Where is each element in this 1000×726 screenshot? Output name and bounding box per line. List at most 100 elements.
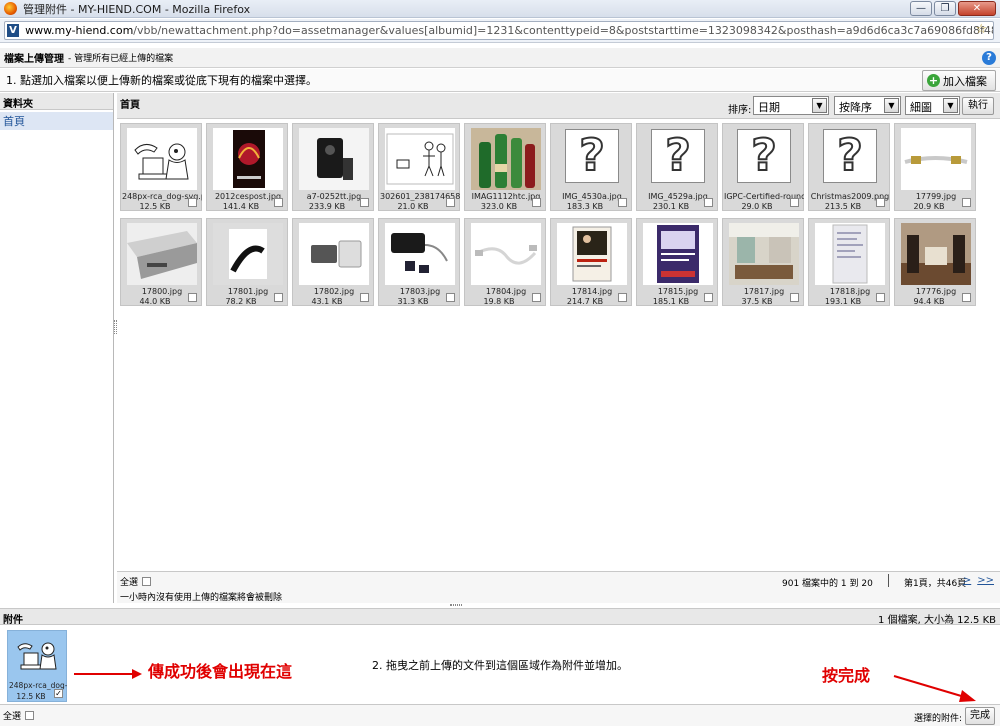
file-checkbox[interactable] <box>360 293 369 302</box>
missing-image-icon: ? <box>651 129 705 183</box>
file-tile[interactable]: ? Christmas2009.png 213.5 KB <box>808 123 890 211</box>
file-tile[interactable]: 17803.jpg 31.3 KB <box>378 218 460 306</box>
file-size: 29.0 KB <box>741 202 773 211</box>
select-all[interactable]: 全選 <box>120 575 152 588</box>
file-size: 44.0 KB <box>139 297 171 306</box>
file-browser-toolbar: 首頁 排序: 日期 ▼ 按降序 ▼ 細圖 ▼ 執行 <box>117 93 1000 119</box>
file-tile[interactable]: a7-0252tt.jpg 233.9 KB <box>292 123 374 211</box>
file-tile[interactable]: 17815.jpg 185.1 KB <box>636 218 718 306</box>
file-tile[interactable]: 2012cespost.jpg 141.4 KB <box>206 123 288 211</box>
file-checkbox[interactable] <box>618 198 627 207</box>
file-thumbnail <box>213 128 283 190</box>
attachment-item[interactable]: 248px-rca_dog- 12.5 KB ✓ <box>7 630 67 702</box>
file-checkbox[interactable] <box>962 293 971 302</box>
file-tile[interactable]: 17804.jpg 19.8 KB <box>464 218 546 306</box>
add-file-button[interactable]: + 加入檔案 <box>922 70 996 91</box>
file-size: 31.3 KB <box>397 297 429 306</box>
close-button[interactable]: ✕ <box>958 1 996 16</box>
restore-button[interactable]: ❐ <box>934 1 956 16</box>
navigation-bar: V www.my-hiend.com/vbb/newattachment.php… <box>0 19 1000 43</box>
view-mode-value: 細圖 <box>910 101 932 114</box>
file-tile[interactable]: 17776.jpg 94.4 KB <box>894 218 976 306</box>
file-browser-footer: 全選 一小時內沒有使用上傳的檔案將會被刪除 901 檔案中的 1 到 20 第1… <box>117 571 1000 603</box>
sort-field-select[interactable]: 日期 ▼ <box>753 96 829 115</box>
file-size: 183.3 KB <box>566 202 604 211</box>
page-indicator: 第1頁，共46頁 <box>904 579 967 589</box>
question-mark-icon: ? <box>750 130 778 182</box>
file-size: 12.5 KB <box>139 202 171 211</box>
file-checkbox[interactable] <box>962 198 971 207</box>
file-tile[interactable]: ? IMG_4530a.jpg 183.3 KB <box>550 123 632 211</box>
bookmark-star-icon[interactable]: ☆ <box>975 22 987 37</box>
file-checkbox[interactable] <box>446 293 455 302</box>
annotation-upload-here: 傳成功後會出現在這 <box>148 662 293 681</box>
execute-button[interactable]: 執行 <box>962 97 994 115</box>
select-all-checkbox[interactable] <box>142 577 152 586</box>
attachment-filesize: 12.5 KB <box>16 692 46 701</box>
file-tile[interactable]: 17802.jpg 43.1 KB <box>292 218 374 306</box>
file-checkbox[interactable] <box>274 198 283 207</box>
page-subtitle: - 管理所有已經上傳的檔案 <box>68 54 174 64</box>
help-icon[interactable]: ? <box>982 51 996 65</box>
file-checkbox[interactable] <box>532 198 541 207</box>
sort-order-value: 按降序 <box>839 101 872 114</box>
attachment-checkbox[interactable]: ✓ <box>54 689 63 698</box>
folder-item-home[interactable]: 首頁 <box>0 112 113 130</box>
file-tile[interactable]: 302601_23817465816621.0 KB <box>378 123 460 211</box>
file-size: 19.8 KB <box>483 297 515 306</box>
file-checkbox[interactable] <box>790 198 799 207</box>
file-tile[interactable]: ? IGPC-Certified-round 29.0 KB <box>722 123 804 211</box>
address-path: /vbb/newattachment.php?do=assetmanager&v… <box>133 24 993 37</box>
breadcrumb[interactable]: 首頁 <box>120 96 140 111</box>
file-checkbox[interactable] <box>188 293 197 302</box>
dog-thumbnail <box>14 637 62 675</box>
file-checkbox[interactable] <box>790 293 799 302</box>
file-checkbox[interactable] <box>188 198 197 207</box>
file-thumbnail <box>213 223 283 285</box>
file-size: 213.5 KB <box>824 202 862 211</box>
file-checkbox[interactable] <box>618 293 627 302</box>
select-all-label: 全選 <box>120 578 139 588</box>
attachments-select-all[interactable]: 全選 <box>3 709 35 722</box>
horizontal-splitter[interactable] <box>450 604 462 606</box>
file-browser: 首頁 排序: 日期 ▼ 按降序 ▼ 細圖 ▼ 執行 248px-rca_dog-… <box>117 93 1000 603</box>
file-tile[interactable]: 17799.jpg 20.9 KB <box>894 123 976 211</box>
file-tile[interactable]: 17817.jpg 37.5 KB <box>722 218 804 306</box>
annotation-press-done: 按完成 <box>822 666 871 685</box>
sort-order-select[interactable]: 按降序 ▼ <box>834 96 901 115</box>
file-checkbox[interactable] <box>876 198 885 207</box>
plus-icon: + <box>927 74 940 87</box>
done-button[interactable]: 完成 <box>965 707 995 725</box>
window-titlebar: 管理附件 - MY-HIEND.COM - Mozilla Firefox — … <box>0 0 1000 18</box>
address-domain: www.my-hiend.com <box>25 24 134 37</box>
minimize-button[interactable]: — <box>910 1 932 16</box>
address-url[interactable]: www.my-hiend.com/vbb/newattachment.php?d… <box>25 24 993 37</box>
file-tile[interactable]: 17801.jpg 78.2 KB <box>206 218 288 306</box>
attachments-header: 附件 1 個檔案, 大小為 12.5 KB <box>0 608 1000 626</box>
file-tile[interactable]: 248px-rca_dog-svg.p 12.5 KB <box>120 123 202 211</box>
divider <box>888 574 889 587</box>
attachments-select-all-label: 全選 <box>3 712 22 722</box>
file-checkbox[interactable] <box>704 198 713 207</box>
file-checkbox[interactable] <box>360 198 369 207</box>
file-tile[interactable]: ? IMG_4529a.jpg 230.1 KB <box>636 123 718 211</box>
question-mark-icon: ? <box>578 130 606 182</box>
view-mode-select[interactable]: 細圖 ▼ <box>905 96 960 115</box>
file-checkbox[interactable] <box>704 293 713 302</box>
file-tile[interactable]: 17800.jpg 44.0 KB <box>120 218 202 306</box>
file-tile[interactable]: IMAG1112htc.jpg 323.0 KB <box>464 123 546 211</box>
address-bar[interactable]: V www.my-hiend.com/vbb/newattachment.php… <box>4 21 994 40</box>
file-checkbox[interactable] <box>876 293 885 302</box>
instruction-bar: 1. 點選加入檔案以便上傳新的檔案或從底下現有的檔案中選擇。 <box>0 69 1000 92</box>
next-page-link[interactable]: > <box>963 575 971 586</box>
file-checkbox[interactable] <box>446 198 455 207</box>
upload-instruction: 1. 點選加入檔案以便上傳新的檔案或從底下現有的檔案中選擇。 <box>6 74 317 87</box>
last-page-link[interactable]: >> <box>977 575 994 586</box>
file-checkbox[interactable] <box>274 293 283 302</box>
window-title: 管理附件 - MY-HIEND.COM - Mozilla Firefox <box>23 2 251 16</box>
file-thumbnail <box>471 223 541 285</box>
attachments-select-all-checkbox[interactable] <box>25 711 35 720</box>
file-tile[interactable]: 17814.jpg 214.7 KB <box>550 218 632 306</box>
file-checkbox[interactable] <box>532 293 541 302</box>
file-tile[interactable]: 17818.jpg 193.1 KB <box>808 218 890 306</box>
